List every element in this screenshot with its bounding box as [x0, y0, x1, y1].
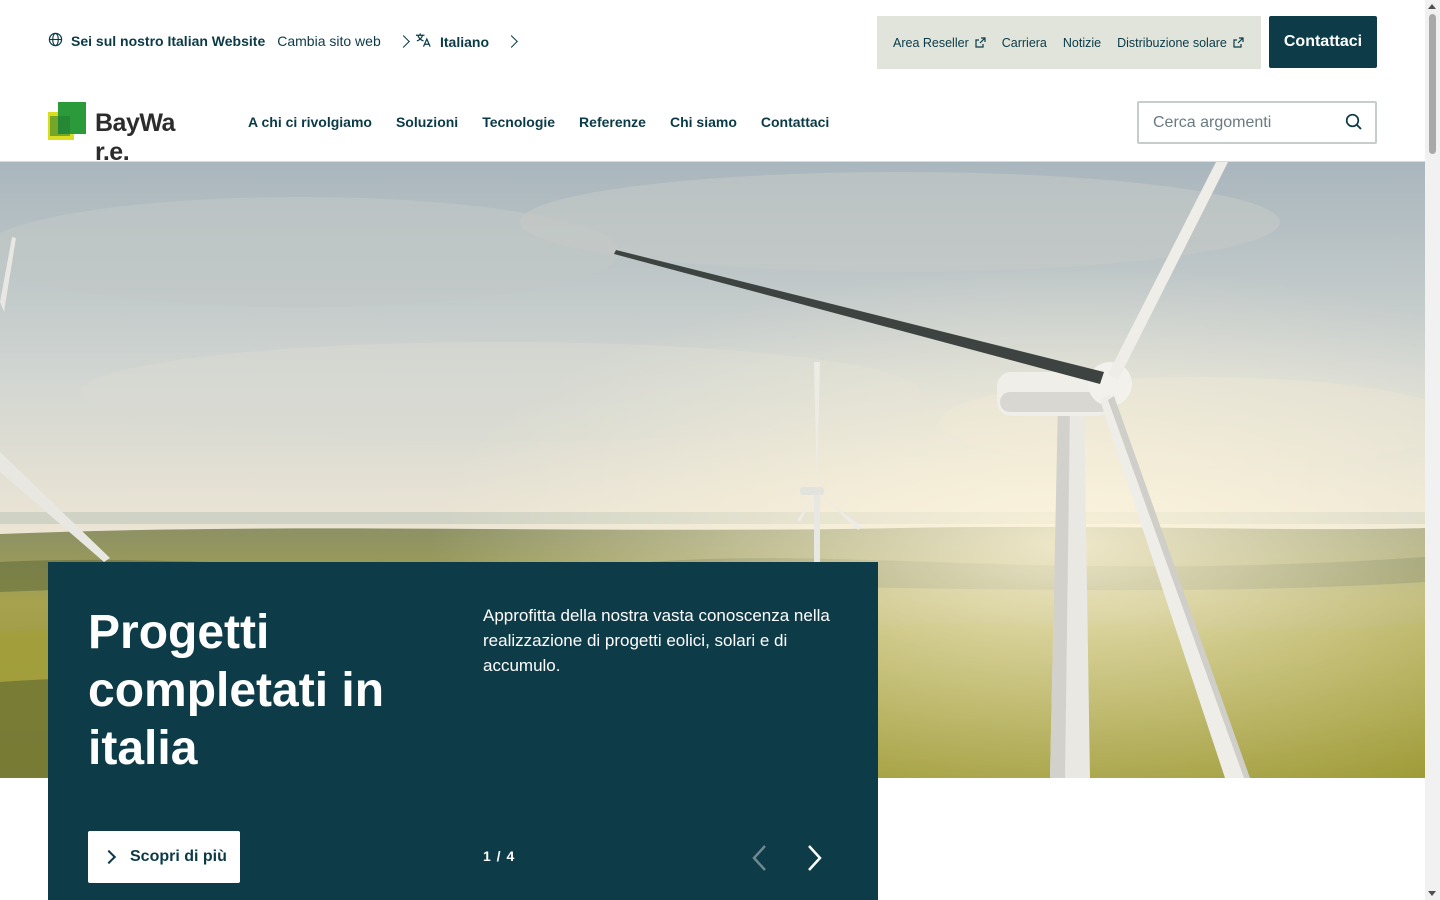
link-notizie[interactable]: Notizie: [1063, 36, 1101, 50]
discover-more-label: Scopri di più: [130, 848, 227, 865]
language-label: Italiano: [440, 33, 490, 50]
scroll-up-icon[interactable]: [1428, 4, 1436, 9]
site-label: Sei sul nostro Italian Website: [71, 33, 266, 49]
external-link-icon: [975, 37, 986, 48]
search-input[interactable]: [1153, 113, 1333, 132]
nav-item-a-chi-ci-rivolgiamo[interactable]: A chi ci rivolgiamo: [248, 114, 372, 130]
link-label: Notizie: [1062, 35, 1102, 50]
nav-item-contattaci[interactable]: Contattaci: [761, 114, 829, 130]
hero-description: Approfitta della nostra vasta conoscenza…: [483, 606, 830, 675]
chevron-right-icon: [396, 34, 410, 48]
external-link-icon: [1233, 37, 1244, 48]
search-icon[interactable]: [1345, 113, 1363, 136]
primary-nav: A chi ci rivolgiamo Soluzioni Tecnologie…: [248, 114, 829, 130]
logo-text: BayWa r.e.: [95, 109, 175, 166]
page-scrollbar[interactable]: [1425, 0, 1440, 900]
nav-item-soluzioni[interactable]: Soluzioni: [396, 114, 458, 130]
link-carriera[interactable]: Carriera: [1002, 36, 1047, 50]
nav-item-tecnologie[interactable]: Tecnologie: [482, 114, 555, 130]
link-label: Carriera: [1001, 35, 1047, 50]
hero-card: Progetti completati in italia Approfitta…: [48, 562, 878, 900]
main-header: BayWa r.e. A chi ci rivolgiamo Soluzioni…: [0, 84, 1425, 166]
discover-more-button[interactable]: Scopri di più: [88, 831, 240, 883]
site-switcher[interactable]: Sei sul nostro Italian Website Cambia si…: [48, 32, 410, 50]
brand-logo[interactable]: BayWa r.e.: [48, 102, 213, 166]
chevron-left-icon: [752, 845, 766, 871]
link-area-reseller[interactable]: Area Reseller: [893, 36, 986, 50]
change-site-link[interactable]: Cambia sito web: [277, 33, 381, 49]
previous-slide-button[interactable]: [745, 842, 777, 874]
search-box: [1137, 101, 1377, 144]
scroll-thumb[interactable]: [1429, 14, 1436, 154]
utility-links: Area Reseller Carriera Notizie Distribuz…: [877, 16, 1261, 69]
link-label: Distribuzione solare: [1117, 35, 1227, 50]
translate-icon: [415, 32, 432, 51]
language-switcher[interactable]: Italiano: [415, 32, 518, 51]
hero-title: Progetti completati in italia: [88, 606, 385, 775]
next-slide-button[interactable]: [799, 842, 831, 874]
link-distribuzione-solare[interactable]: Distribuzione solare: [1117, 36, 1244, 50]
chevron-right-icon: [101, 849, 117, 865]
nav-item-chi-siamo[interactable]: Chi siamo: [670, 114, 737, 130]
globe-icon: [48, 32, 63, 50]
logo-mark: [48, 102, 86, 140]
slide-counter: 1 / 4: [483, 848, 516, 864]
nav-item-referenze[interactable]: Referenze: [579, 114, 646, 130]
chevron-right-icon: [808, 845, 822, 871]
scroll-down-icon[interactable]: [1428, 891, 1436, 896]
link-label: Area Reseller: [893, 35, 969, 50]
contact-button[interactable]: Contattaci: [1269, 16, 1377, 68]
utility-bar: Sei sul nostro Italian Website Cambia si…: [0, 0, 1425, 84]
chevron-right-icon: [505, 35, 518, 48]
